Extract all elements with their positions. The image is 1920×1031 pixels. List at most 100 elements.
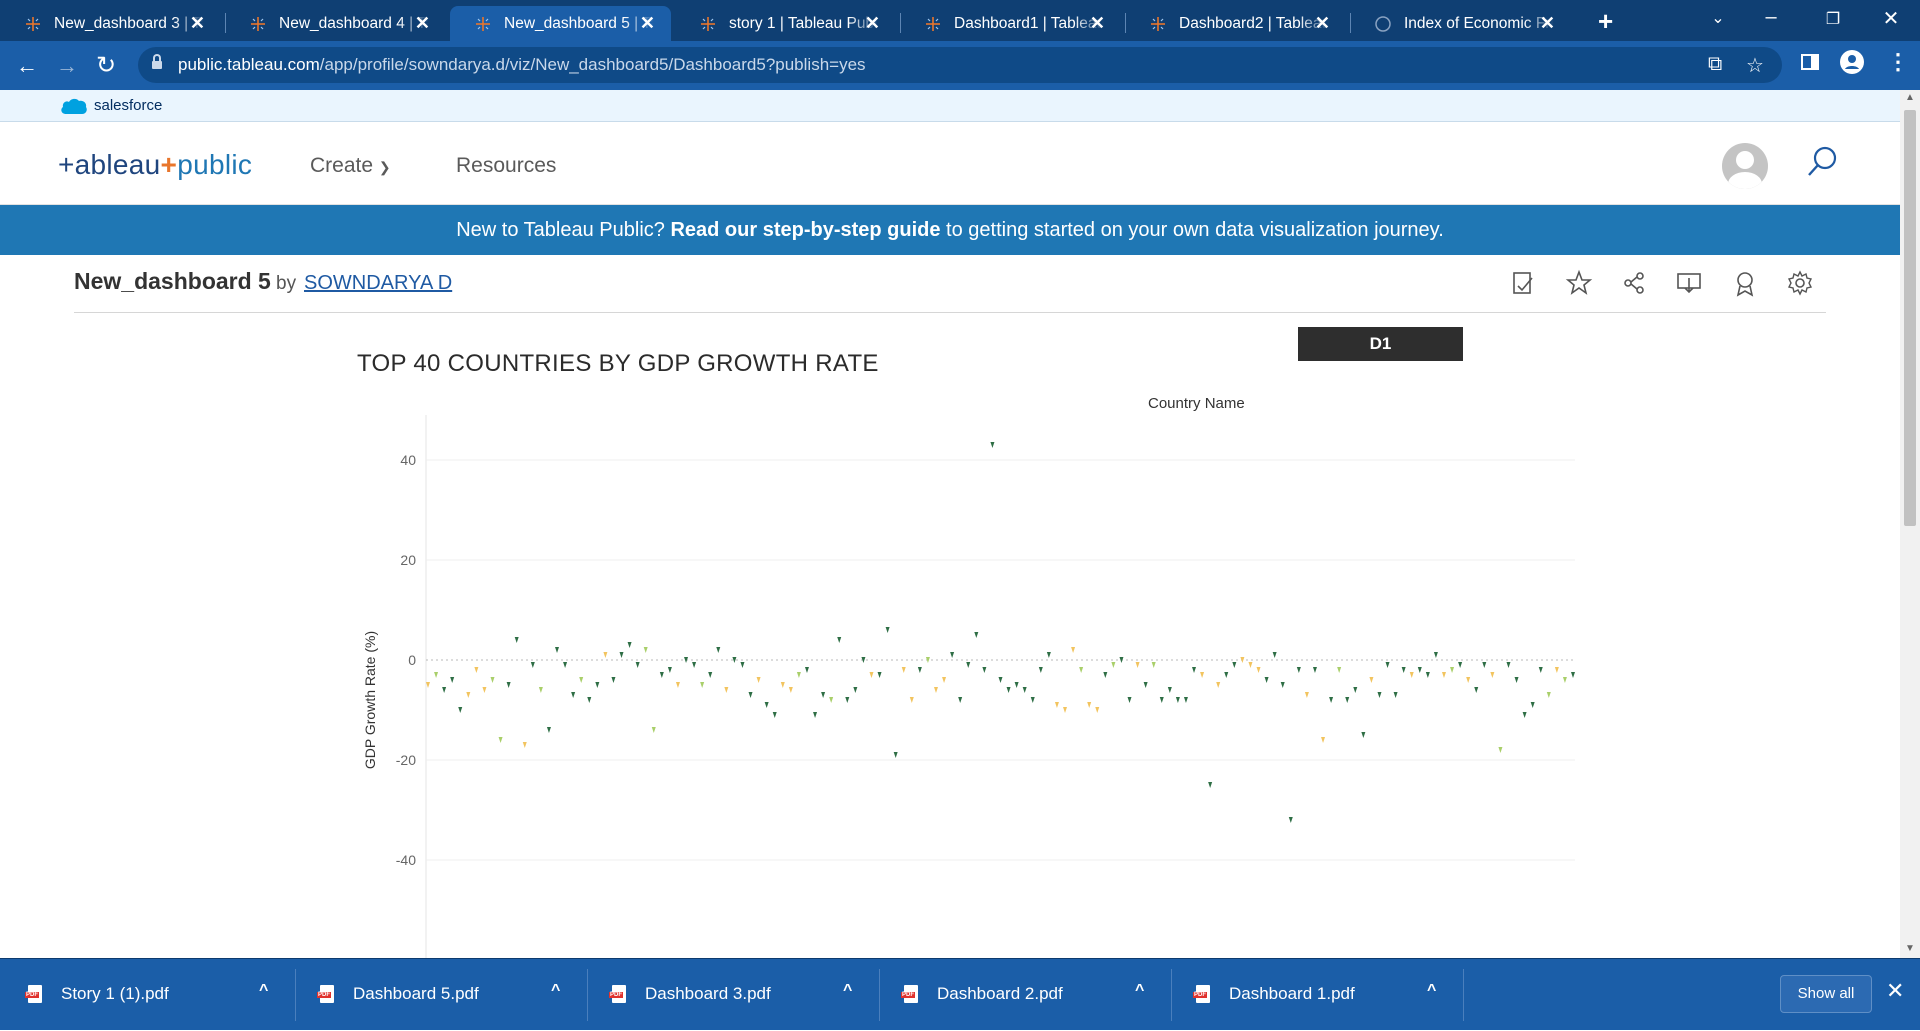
share-page-icon[interactable]: ⧉ <box>1708 53 1722 76</box>
download-item[interactable]: PDF Dashboard 3.pdf ^ <box>584 959 875 1031</box>
gdp-growth-scatter-chart[interactable]: 40 20 0 -20 -40 GDP Growth Rate (%) <box>350 410 1580 958</box>
tab-close-icon[interactable]: ✕ <box>190 13 205 34</box>
page-scrollbar[interactable]: ▲ ▼ <box>1900 90 1920 958</box>
scroll-up-arrow[interactable]: ▲ <box>1905 92 1915 103</box>
tableau-favicon-icon <box>476 16 490 31</box>
salesforce-label[interactable]: salesforce <box>94 97 162 114</box>
url-text[interactable]: public.tableau.com/app/profile/sowndarya… <box>178 55 866 75</box>
chevron-up-icon[interactable]: ^ <box>1427 982 1436 1000</box>
data-point <box>966 662 971 668</box>
back-icon[interactable]: ← <box>16 53 38 79</box>
data-point <box>1345 697 1350 703</box>
data-point <box>1490 672 1495 678</box>
data-point <box>1353 687 1358 693</box>
data-point <box>1200 672 1205 678</box>
data-point <box>1224 672 1229 678</box>
data-point <box>1216 682 1221 688</box>
data-point <box>1079 667 1084 673</box>
nav-create[interactable]: Create ❯ <box>310 154 391 178</box>
data-point <box>1514 677 1519 683</box>
chevron-up-icon[interactable]: ^ <box>551 982 560 1000</box>
close-window-button[interactable]: ✕ <box>1871 6 1911 31</box>
scroll-down-arrow[interactable]: ▼ <box>1905 943 1915 954</box>
restore-window-button[interactable]: ❐ <box>1813 9 1853 29</box>
bookmark-star-icon[interactable]: ☆ <box>1746 53 1764 78</box>
share-icon[interactable] <box>1619 268 1649 298</box>
forward-icon[interactable]: → <box>56 53 78 79</box>
data-point <box>1248 662 1253 668</box>
reload-icon[interactable]: ↻ <box>96 51 116 80</box>
download-item[interactable]: PDF Dashboard 2.pdf ^ <box>876 959 1167 1031</box>
data-point <box>1441 672 1446 678</box>
download-separator <box>1463 969 1464 1021</box>
data-point <box>1433 652 1438 658</box>
d1-navigation-button[interactable]: D1 <box>1298 327 1463 361</box>
banner-guide-link[interactable]: Read our step-by-step guide <box>670 219 940 241</box>
data-point <box>998 677 1003 683</box>
download-icon[interactable] <box>1674 268 1704 298</box>
tab-search-chevron-icon[interactable]: ⌄ <box>1698 8 1738 28</box>
salesforce-cloud-icon[interactable] <box>60 97 88 115</box>
download-item[interactable]: PDF Story 1 (1).pdf ^ <box>0 959 291 1031</box>
user-avatar[interactable] <box>1722 143 1768 189</box>
tab-close-icon[interactable]: ✕ <box>1090 13 1105 34</box>
data-point <box>1329 697 1334 703</box>
tab-close-icon[interactable]: ✕ <box>640 13 655 34</box>
data-point <box>1369 677 1374 683</box>
show-all-downloads-button[interactable]: Show all <box>1780 975 1872 1013</box>
data-point <box>796 672 801 678</box>
data-point <box>1409 672 1414 678</box>
chevron-up-icon[interactable]: ^ <box>259 982 268 1000</box>
browser-tab[interactable]: New_dashboard 4 | Ta ✕ <box>225 6 446 41</box>
profile-icon[interactable] <box>1840 50 1864 80</box>
tab-close-icon[interactable]: ✕ <box>1540 13 1555 34</box>
close-download-shelf-icon[interactable]: ✕ <box>1886 978 1904 1004</box>
y-tick-label: -20 <box>396 752 416 768</box>
data-point <box>909 697 914 703</box>
browser-tab[interactable]: Dashboard2 | Tableau ✕ <box>1125 6 1346 41</box>
data-point <box>1111 662 1116 668</box>
lock-icon[interactable] <box>152 54 162 70</box>
data-point <box>1183 697 1188 703</box>
logo-tableau-text: +ableau <box>58 149 161 180</box>
data-point <box>1095 707 1100 713</box>
favorite-star-icon[interactable] <box>1564 268 1594 298</box>
data-point <box>1038 667 1043 673</box>
minimize-window-button[interactable]: – <box>1751 6 1791 29</box>
chevron-up-icon[interactable]: ^ <box>1135 982 1144 1000</box>
download-item[interactable]: PDF Dashboard 5.pdf ^ <box>292 959 583 1031</box>
browser-tab[interactable]: New_dashboard 3 | Ta ✕ <box>0 6 221 41</box>
new-tab-button[interactable]: + <box>1598 6 1613 37</box>
data-point <box>1030 697 1035 703</box>
chevron-up-icon[interactable]: ^ <box>843 982 852 1000</box>
tab-close-icon[interactable]: ✕ <box>1315 13 1330 34</box>
browser-menu-icon[interactable]: ⋮ <box>1887 49 1909 75</box>
side-panel-icon[interactable] <box>1800 52 1820 78</box>
tab-close-icon[interactable]: ✕ <box>865 13 880 34</box>
pdf-file-icon: PDF <box>901 985 918 1003</box>
download-item[interactable]: PDF Dashboard 1.pdf ^ <box>1168 959 1459 1031</box>
viz-of-the-day-badge-icon[interactable] <box>1730 268 1760 298</box>
data-point <box>1143 682 1148 688</box>
browser-tab[interactable]: New_dashboard 5 | Ta ✕ <box>450 6 671 41</box>
settings-gear-icon[interactable] <box>1785 268 1815 298</box>
edit-viz-icon[interactable] <box>1508 268 1538 298</box>
url-omnibox[interactable]: public.tableau.com/app/profile/sowndarya… <box>138 47 1782 83</box>
scrollbar-thumb[interactable] <box>1904 110 1916 526</box>
data-point <box>1554 667 1559 673</box>
tableau-public-logo[interactable]: +ableau+public <box>58 149 252 181</box>
tab-title: New_dashboard 5 | Ta <box>504 14 654 32</box>
nav-resources[interactable]: Resources <box>456 154 556 178</box>
data-point <box>1498 747 1503 753</box>
search-icon[interactable] <box>1805 145 1839 179</box>
browser-tab[interactable]: story 1 | Tableau Publ ✕ <box>675 6 896 41</box>
data-point <box>764 702 769 708</box>
data-point <box>1071 647 1076 653</box>
browser-tab[interactable]: Index of Economic Fre ✕ <box>1350 6 1571 41</box>
browser-tab[interactable]: Dashboard1 | Tableau ✕ <box>900 6 1121 41</box>
data-point <box>1264 677 1269 683</box>
viz-author-link[interactable]: SOWNDARYA D <box>304 272 452 295</box>
data-point <box>450 677 455 683</box>
data-point <box>1022 687 1027 693</box>
tab-close-icon[interactable]: ✕ <box>415 13 430 34</box>
